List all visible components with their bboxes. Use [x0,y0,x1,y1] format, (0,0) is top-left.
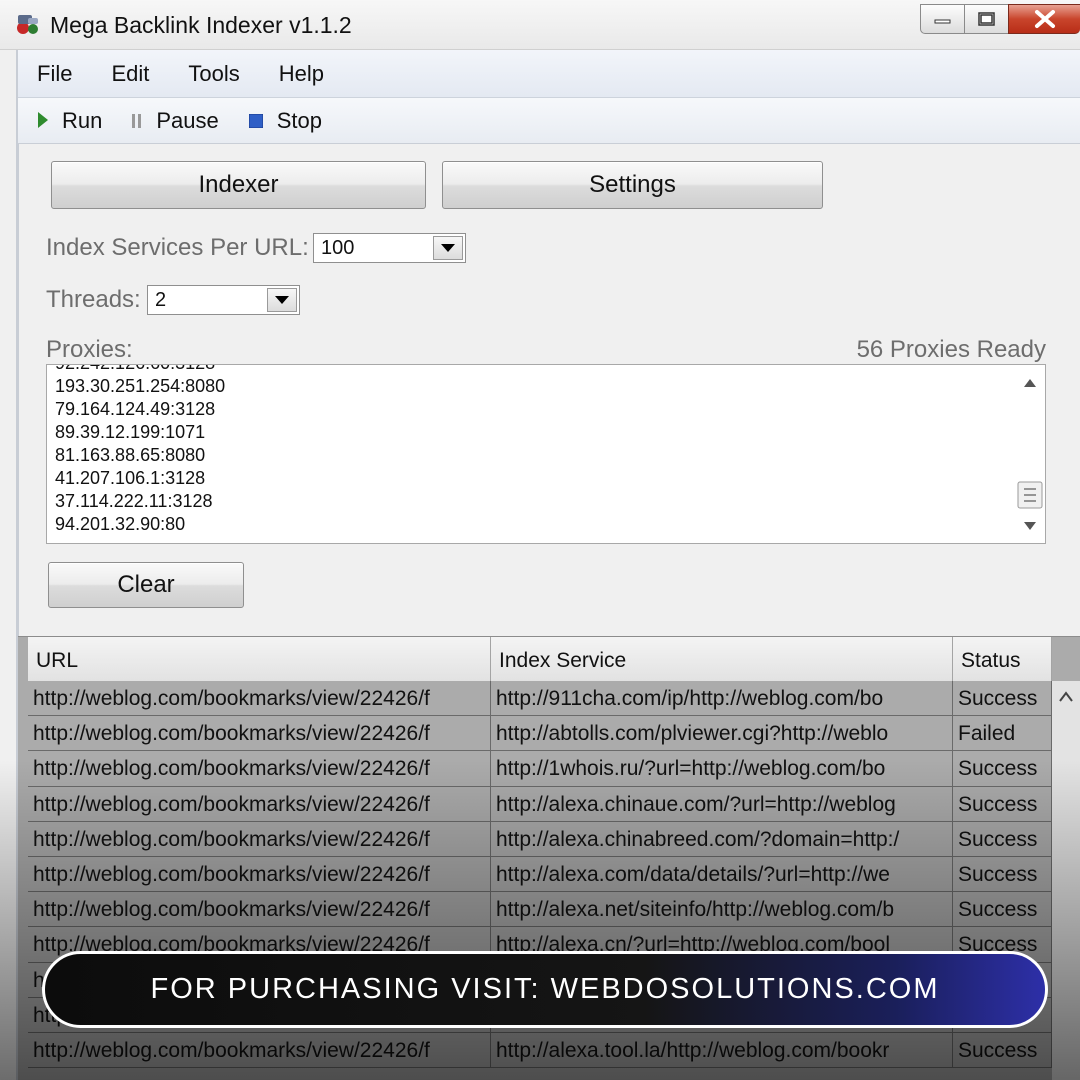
pause-button[interactable]: Pause [132,107,219,134]
grid-scrollbar[interactable] [1052,681,1080,1080]
cell-url: http://weblog.com/bookmarks/view/22426/f [28,716,491,752]
cell-url: http://weblog.com/bookmarks/view/22426/f [28,821,491,857]
close-button[interactable] [1008,4,1080,34]
cell-url: http://weblog.com/bookmarks/view/22426/f [28,1032,491,1069]
window-title: Mega Backlink Indexer v1.1.2 [50,12,352,38]
grid-header: URL Index Service Status [28,637,1052,681]
clear-button[interactable]: Clear [48,562,244,608]
cell-url: http://weblog.com/bookmarks/view/22426/f [28,892,491,928]
menu-file[interactable]: File [37,61,72,87]
index-services-label: Index Services Per URL: [46,234,309,261]
close-icon [1034,10,1055,28]
table-row[interactable]: http://weblog.com/bookmarks/view/22426/f… [28,681,1052,717]
app-window: Mega Backlink Indexer v1.1.2 File Edit T… [0,0,1080,1080]
menu-edit[interactable]: Edit [111,61,149,87]
cell-status: Success [953,821,1052,857]
cell-url: http://weblog.com/bookmarks/view/22426/f [28,786,491,822]
table-row[interactable]: http://weblog.com/bookmarks/view/22426/f… [28,856,1052,893]
cell-status: Failed [953,716,1052,752]
cell-url: http://weblog.com/bookmarks/view/22426/f [28,681,491,717]
proxy-line: 92.242.126.60:3128 [55,365,215,374]
threads-label: Threads: [46,286,141,313]
play-icon [38,108,48,134]
window-controls [920,4,1080,36]
scroll-up-icon [1059,691,1073,702]
maximize-icon [977,12,995,26]
column-header-index-service[interactable]: Index Service [491,637,953,681]
stop-label: Stop [276,107,323,133]
table-row[interactable]: http://weblog.com/bookmarks/view/22426/f… [28,751,1052,787]
proxies-status: 56 Proxies Ready [856,336,1046,363]
cell-index-service: http://alexa.chinaue.com/?url=http://web… [491,786,953,822]
column-header-url[interactable]: URL [28,637,491,681]
cell-url: http://weblog.com/bookmarks/view/22426/f [28,751,491,787]
menu-tools[interactable]: Tools [188,61,239,87]
index-services-value: 100 [321,237,355,259]
chevron-down-icon[interactable] [433,236,463,260]
threads-select[interactable]: 2 [147,285,300,315]
cell-status: Success [953,892,1052,928]
run-label: Run [62,107,103,133]
run-button[interactable]: Run [38,108,102,134]
proxy-line: 41.207.106.1:3128 [55,468,206,488]
title-bar: Mega Backlink Indexer v1.1.2 [0,0,1080,50]
cell-index-service: http://alexa.com/data/details/?url=http:… [491,856,953,893]
cell-status: Success [953,856,1052,893]
pause-icon [132,108,142,134]
pause-label: Pause [156,107,219,133]
cell-index-service: http://alexa.chinabreed.com/?domain=http… [491,821,953,857]
cell-url: http://weblog.com/bookmarks/view/22426/f [28,856,491,893]
settings-tab-button[interactable]: Settings [442,161,823,209]
scroll-arrows-icon [1017,379,1043,530]
cell-status: Success [953,751,1052,787]
menu-bar: File Edit Tools Help [18,50,1080,98]
proxy-line: 193.30.251.254:8080 [55,376,226,396]
cell-index-service: http://alexa.net/siteinfo/http://weblog.… [491,892,953,928]
indexer-tab-button[interactable]: Indexer [51,161,426,209]
index-services-select[interactable]: 100 [313,233,466,263]
table-row[interactable]: http://weblog.com/bookmarks/view/22426/f… [28,821,1052,857]
proxy-line: 79.164.124.49:3128 [55,399,216,419]
table-row[interactable]: http://weblog.com/bookmarks/view/22426/f… [28,1032,1052,1069]
maximize-button[interactable] [964,4,1008,34]
menu-help[interactable]: Help [279,61,324,87]
cell-index-service: http://alexa.tool.la/http://weblog.com/b… [491,1032,953,1069]
threads-value: 2 [155,289,167,311]
proxy-line: 37.114.222.11:3128 [55,491,213,511]
proxies-textarea[interactable]: 92.242.126.60:3128 193.30.251.254:8080 7… [46,364,1046,544]
cell-index-service: http://1whois.ru/?url=http://weblog.com/… [491,751,953,787]
proxy-line: 81.163.88.65:8080 [55,445,206,465]
stop-button[interactable]: Stop [248,107,323,134]
table-row[interactable]: http://weblog.com/bookmarks/view/22426/f… [28,786,1052,822]
proxies-scrollbar[interactable] [1015,365,1045,543]
cell-status: Success [953,786,1052,822]
minimize-icon [934,19,950,24]
promo-banner: FOR PURCHASING VISIT: WEBDOSOLUTIONS.COM [42,951,1048,1028]
proxy-line: 94.201.32.90:80 [55,514,186,534]
cell-index-service: http://911cha.com/ip/http://weblog.com/b… [491,681,953,717]
app-logo-icon [14,12,42,38]
table-row[interactable]: http://weblog.com/bookmarks/view/22426/f… [28,892,1052,928]
column-header-status[interactable]: Status [953,637,1052,681]
cell-status: Success [953,1032,1052,1069]
table-row[interactable]: http://weblog.com/bookmarks/view/22426/f… [28,716,1052,752]
cell-status: Success [953,681,1052,717]
minimize-button[interactable] [920,4,964,34]
proxy-line: 89.39.12.199:1071 [55,422,206,442]
promo-banner-text: FOR PURCHASING VISIT: WEBDOSOLUTIONS.COM [150,973,940,1005]
chevron-down-icon[interactable] [267,288,297,312]
stop-icon [248,108,264,134]
toolbar: Run Pause Stop [18,98,1080,144]
cell-index-service: http://abtolls.com/plviewer.cgi?http://w… [491,716,953,752]
proxies-label: Proxies: [46,336,133,363]
